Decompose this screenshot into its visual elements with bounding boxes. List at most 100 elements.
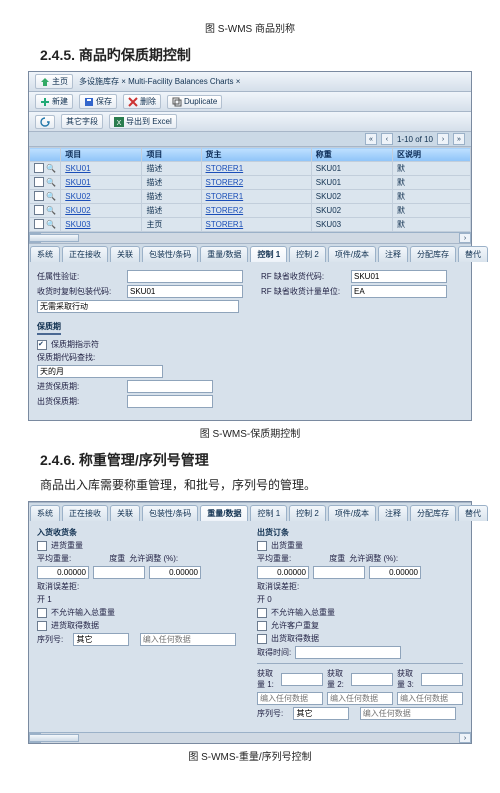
- tab-weight[interactable]: 重量/数据: [200, 505, 248, 521]
- tab-control1[interactable]: 控制 1: [250, 505, 287, 521]
- tab-subst[interactable]: 替代: [458, 505, 488, 521]
- delete-button[interactable]: 删除: [123, 94, 161, 109]
- get3-ph[interactable]: [397, 692, 463, 705]
- out-avg-weight-input[interactable]: [257, 566, 309, 579]
- rf-default-code-input[interactable]: [351, 270, 447, 283]
- save-button[interactable]: 保存: [79, 94, 117, 109]
- export-excel-button[interactable]: X 导出到 Excel: [109, 114, 177, 129]
- out-no-gross-checkbox[interactable]: [257, 608, 267, 618]
- tab-receiving[interactable]: 正在接收: [62, 505, 108, 521]
- in-no-gross-checkbox[interactable]: [37, 608, 47, 618]
- label: 保质期代码查找:: [37, 352, 123, 363]
- table-row[interactable]: 🔍SKU02描述STORER1SKU02默: [30, 190, 471, 204]
- tab-control2[interactable]: 控制 2: [289, 505, 326, 521]
- tab-notes[interactable]: 注释: [378, 246, 408, 262]
- caption-fig1: 图 S-WMS-保质期控制: [28, 425, 472, 440]
- tab-system[interactable]: 系统: [30, 246, 60, 262]
- out-tolerance-input[interactable]: [369, 566, 421, 579]
- lookup-icon[interactable]: 🔍: [46, 164, 56, 174]
- tab-links[interactable]: 关联: [110, 505, 140, 521]
- in-wt-unit-input[interactable]: [93, 566, 145, 579]
- group-shelf-life: 保质期: [37, 321, 61, 335]
- page-first-button[interactable]: «: [365, 133, 377, 145]
- refresh-button[interactable]: [35, 115, 55, 129]
- tab-subst[interactable]: 替代: [458, 246, 488, 262]
- get1-ph[interactable]: [257, 692, 323, 705]
- out-get-data-checkbox[interactable]: [257, 634, 267, 644]
- capture-time-input[interactable]: [295, 646, 401, 659]
- out-allow-dup-checkbox[interactable]: [257, 621, 267, 631]
- outbound-shelf-input[interactable]: [127, 395, 213, 408]
- table-row[interactable]: 🔍SKU03主页STORER1SKU03默: [30, 218, 471, 232]
- toolbar-main: 新建 保存 删除 Duplicate: [29, 92, 471, 112]
- lookup-icon[interactable]: 🔍: [46, 206, 56, 216]
- inbound-shelf-input[interactable]: [127, 380, 213, 393]
- out-serial-input[interactable]: [360, 707, 456, 720]
- table-row[interactable]: 🔍SKU01描述STORER1SKU01默: [30, 162, 471, 176]
- recv-copy-input[interactable]: [127, 285, 243, 298]
- duplicate-button[interactable]: Duplicate: [167, 95, 222, 109]
- col-owner[interactable]: 货主: [201, 148, 311, 162]
- label: 出货保质期:: [37, 396, 123, 407]
- other-fields-button[interactable]: 其它字段: [61, 114, 103, 129]
- get-qty-1-input[interactable]: [281, 673, 323, 686]
- table-row[interactable]: 🔍SKU02描述STORER2SKU02默: [30, 204, 471, 218]
- out-weight-checkbox[interactable]: [257, 541, 267, 551]
- tab-alloc[interactable]: 分配库存: [410, 246, 456, 262]
- page-last-button[interactable]: »: [453, 133, 465, 145]
- tab-packing[interactable]: 包装性/条码: [142, 505, 198, 521]
- col-zone[interactable]: 区说明: [392, 148, 470, 162]
- tab-cost[interactable]: 项件/成本: [328, 246, 376, 262]
- get-qty-3-input[interactable]: [421, 673, 463, 686]
- page-prev-button[interactable]: ‹: [381, 133, 393, 145]
- row-checkbox[interactable]: [34, 219, 44, 229]
- col-item[interactable]: 项目: [61, 148, 142, 162]
- lookup-icon[interactable]: 🔍: [46, 220, 56, 230]
- col-item2[interactable]: 项目: [142, 148, 201, 162]
- x-icon: [128, 97, 138, 107]
- no-action-select[interactable]: [37, 300, 239, 313]
- tab-links[interactable]: 关联: [110, 246, 140, 262]
- new-button[interactable]: 新建: [35, 94, 73, 109]
- tab-home[interactable]: 主页: [35, 74, 73, 89]
- out-serial-mode-select[interactable]: [293, 707, 349, 720]
- copy-icon: [172, 97, 182, 107]
- in-tolerance-input[interactable]: [149, 566, 201, 579]
- table-row[interactable]: 🔍SKU01描述STORER2SKU01默: [30, 176, 471, 190]
- section-out-title: 出货订条: [257, 527, 463, 538]
- h-scrollbar[interactable]: ‹›: [29, 232, 471, 243]
- get2-ph[interactable]: [327, 692, 393, 705]
- label: 收货时复制包装代码:: [37, 286, 123, 297]
- page-next-button[interactable]: ›: [437, 133, 449, 145]
- lookup-icon[interactable]: 🔍: [46, 192, 56, 202]
- shelf-indicator-checkbox[interactable]: [37, 340, 47, 350]
- serial-mode-select[interactable]: [73, 633, 129, 646]
- toolbar-secondary: 其它字段 X 导出到 Excel: [29, 112, 471, 132]
- tab-packing[interactable]: 包装性/条码: [142, 246, 198, 262]
- lookup-icon[interactable]: 🔍: [46, 178, 56, 188]
- label: 进货保质期:: [37, 381, 123, 392]
- tab-alloc[interactable]: 分配库存: [410, 505, 456, 521]
- in-avg-weight-input[interactable]: [37, 566, 89, 579]
- tab-weight[interactable]: 重量/数据: [200, 246, 248, 262]
- tab-system[interactable]: 系统: [30, 505, 60, 521]
- in-weight-checkbox[interactable]: [37, 541, 47, 551]
- tab-control2[interactable]: 控制 2: [289, 246, 326, 262]
- serial-input[interactable]: [140, 633, 236, 646]
- col-weight[interactable]: 称重: [311, 148, 392, 162]
- get-qty-2-input[interactable]: [351, 673, 393, 686]
- h-scrollbar-2[interactable]: ‹›: [29, 732, 471, 743]
- out-wt-unit-input[interactable]: [313, 566, 365, 579]
- putaway-code-input[interactable]: [127, 270, 243, 283]
- row-checkbox[interactable]: [34, 191, 44, 201]
- in-get-data-checkbox[interactable]: [37, 621, 47, 631]
- tab-control1[interactable]: 控制 1: [250, 246, 287, 262]
- tab-cost[interactable]: 项件/成本: [328, 505, 376, 521]
- row-checkbox[interactable]: [34, 177, 44, 187]
- rf-default-uom-input[interactable]: [351, 285, 447, 298]
- row-checkbox[interactable]: [34, 205, 44, 215]
- shelf-code-select[interactable]: [37, 365, 163, 378]
- tab-receiving[interactable]: 正在接收: [62, 246, 108, 262]
- tab-notes[interactable]: 注释: [378, 505, 408, 521]
- row-checkbox[interactable]: [34, 163, 44, 173]
